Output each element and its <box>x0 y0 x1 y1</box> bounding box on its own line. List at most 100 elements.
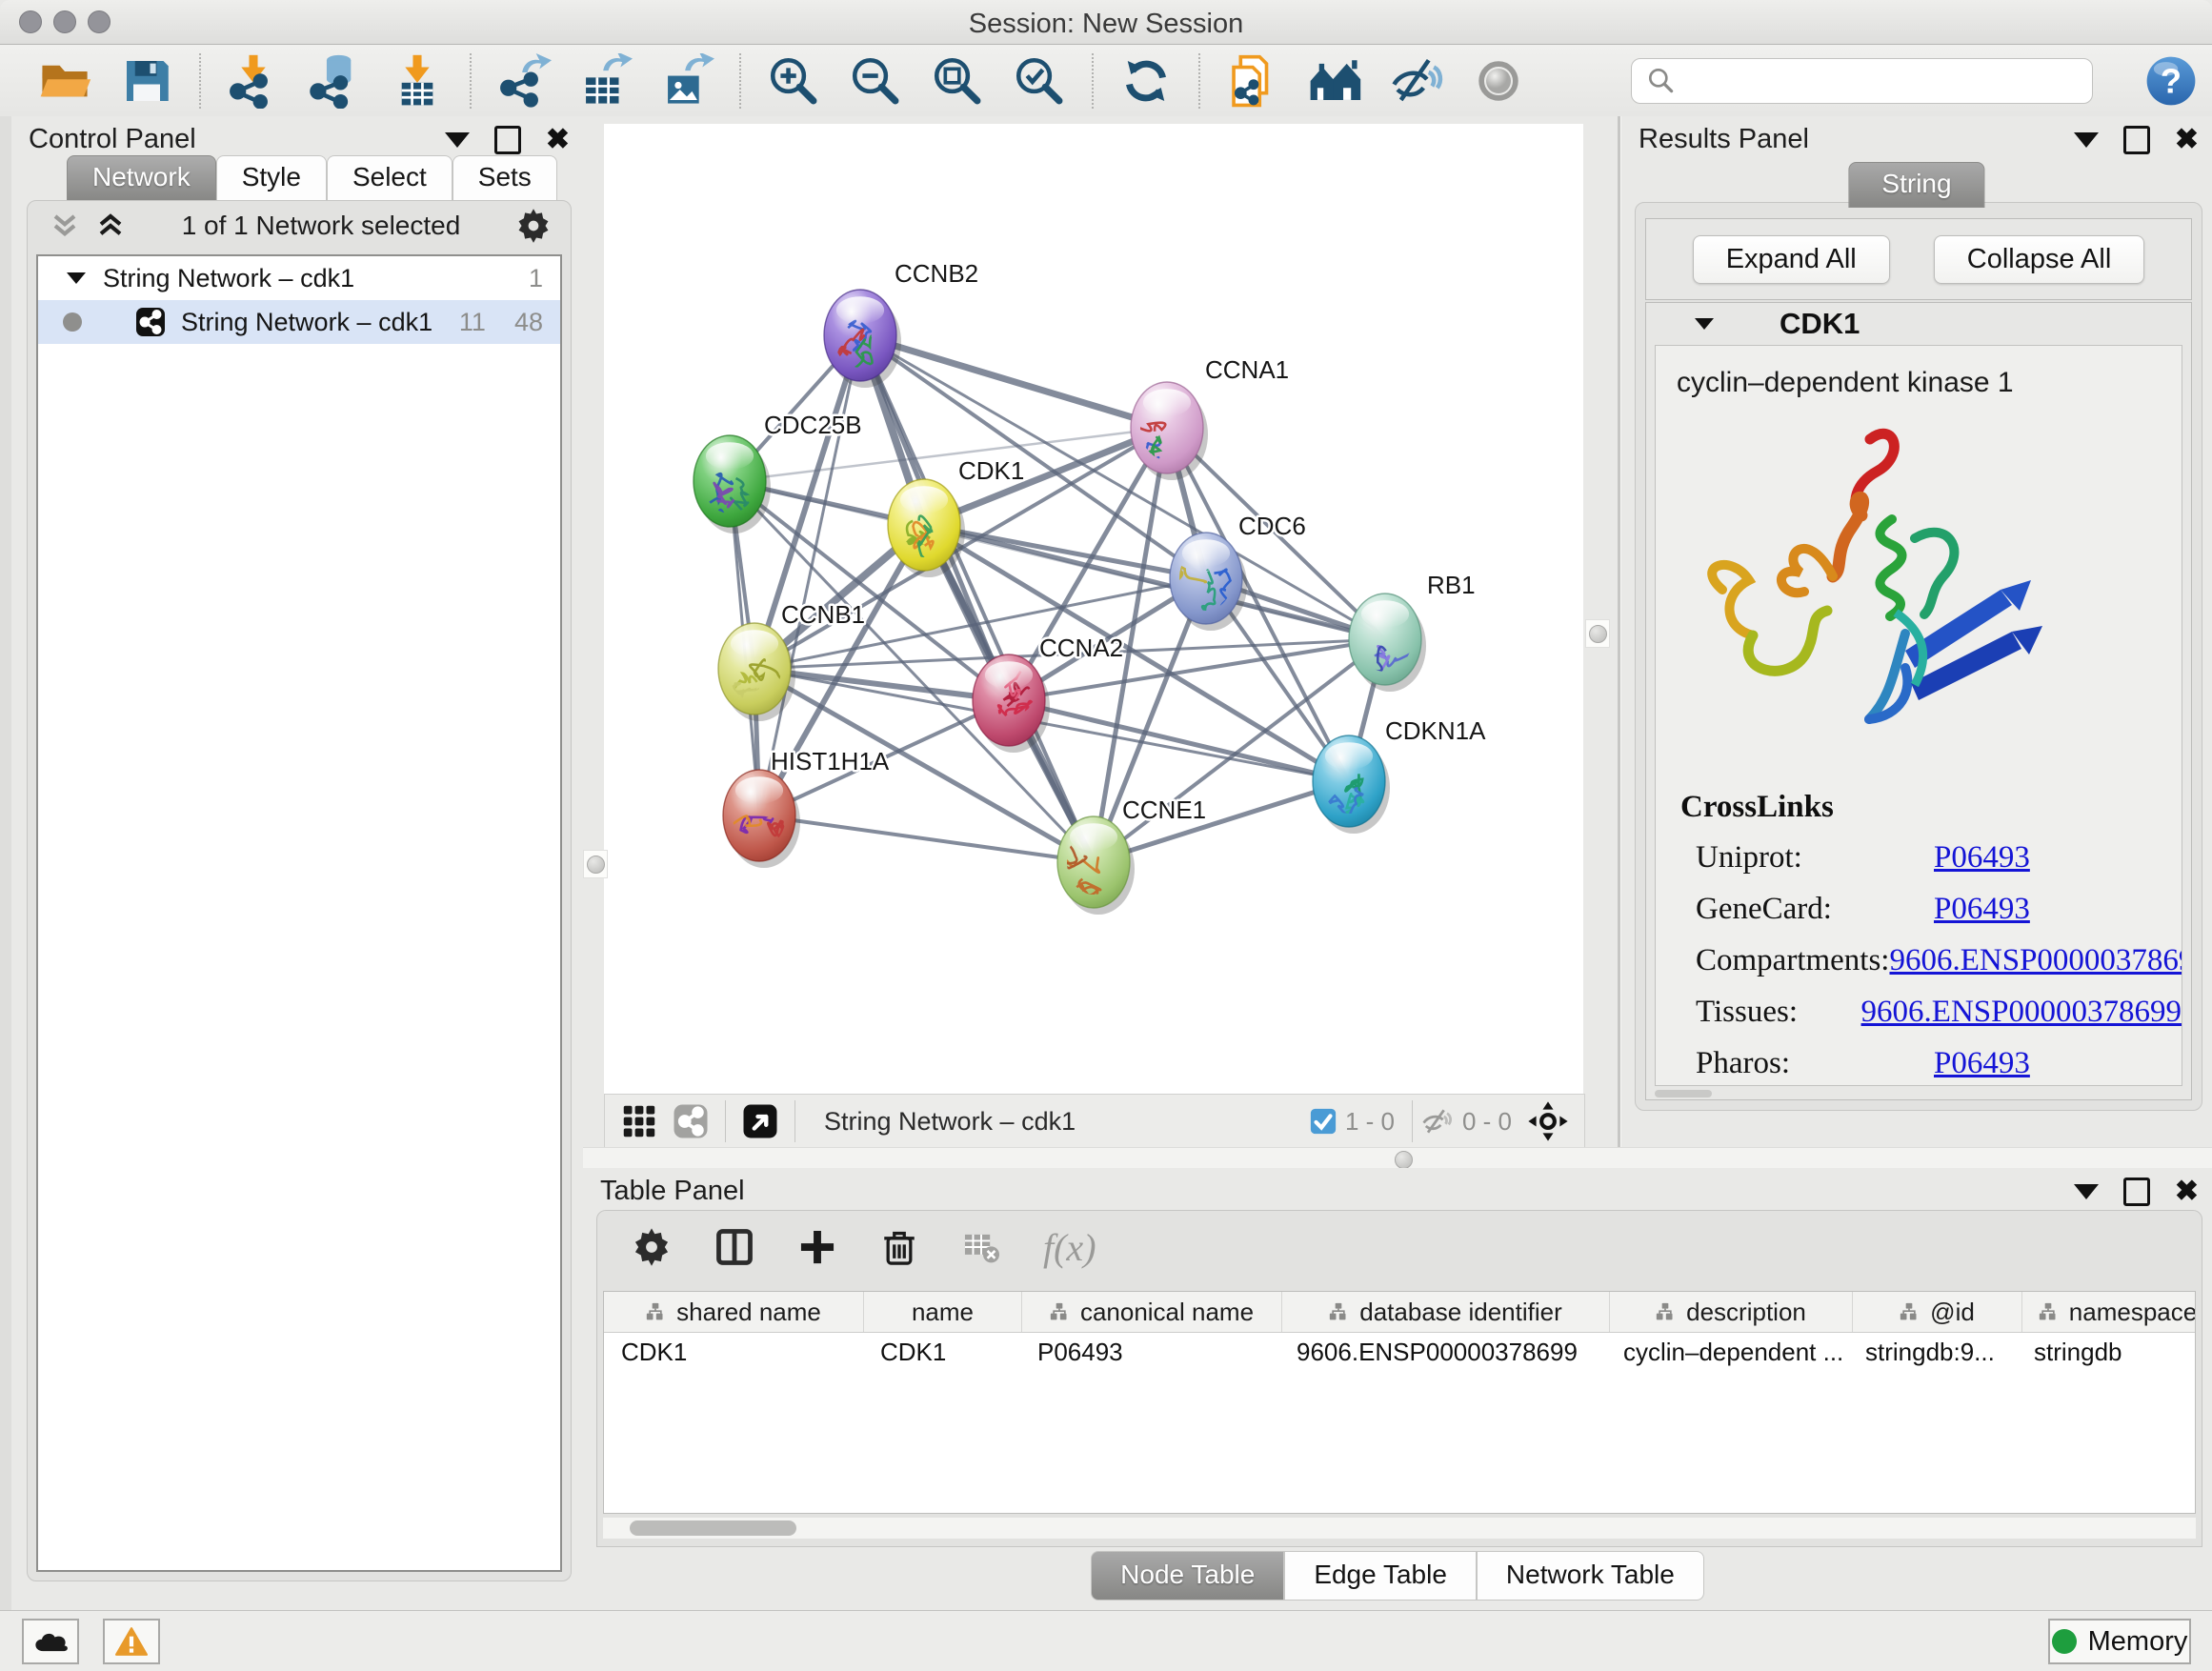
float-panel-icon[interactable] <box>2123 1178 2150 1206</box>
function-builder-icon[interactable]: f(x) <box>1043 1225 1096 1270</box>
node-table[interactable]: shared namenamecanonical namedatabase id… <box>603 1291 2196 1514</box>
network-collection-row[interactable]: String Network – cdk1 1 <box>38 256 560 300</box>
network-row-selected[interactable]: String Network – cdk1 11 48 <box>38 300 560 344</box>
network-edge[interactable] <box>1009 700 1349 781</box>
network-canvas[interactable]: CCNB2CCNA1CDC25BCDK1CDC6RB1CCNB1CCNA2CDK… <box>604 124 1583 1094</box>
tab-string[interactable]: String <box>1848 162 1984 208</box>
network-node-hist1h1a[interactable]: HIST1H1A <box>714 747 890 868</box>
table-hscrollbar[interactable] <box>603 1518 2196 1539</box>
zoom-selected-icon[interactable] <box>1011 51 1068 111</box>
column-header-namespace[interactable]: namespace <box>2022 1292 2196 1332</box>
network-edge[interactable] <box>860 335 1167 428</box>
network-node-ccna1[interactable]: CCNA1 <box>1123 355 1289 491</box>
collection-caret-icon[interactable] <box>65 269 88 288</box>
column-header-canonical-name[interactable]: canonical name <box>1022 1292 1282 1332</box>
panel-divider[interactable] <box>1618 116 1620 1147</box>
network-badge-icon[interactable] <box>672 1102 710 1140</box>
delete-table-icon[interactable] <box>961 1227 1001 1267</box>
show-all-houses-icon[interactable] <box>1306 51 1363 111</box>
network-node-ccnb1[interactable]: CCNB1 <box>717 600 865 721</box>
close-panel-icon[interactable]: ✖ <box>546 129 570 151</box>
birdseye-crosshair-icon[interactable] <box>1527 1100 1569 1142</box>
open-in-window-icon[interactable] <box>741 1102 779 1140</box>
table-row[interactable]: CDK1CDK1P064939606.ENSP00000378699cyclin… <box>604 1333 2195 1371</box>
table-cell[interactable]: CDK1 <box>863 1338 1020 1367</box>
crosslink-link[interactable]: 9606.ENSP00000378699 <box>1861 993 2182 1031</box>
selected-checkbox-icon[interactable] <box>1309 1107 1337 1136</box>
help-button[interactable]: ? <box>2142 51 2200 111</box>
panel-menu-icon[interactable] <box>2074 1184 2099 1199</box>
right-splitter-handle[interactable] <box>1585 619 1610 648</box>
export-table-icon[interactable] <box>577 51 634 111</box>
tab-node-table[interactable]: Node Table <box>1091 1551 1284 1601</box>
float-panel-icon[interactable] <box>2123 126 2150 154</box>
network-options-gear-icon[interactable] <box>515 208 552 244</box>
left-splitter-handle[interactable] <box>583 850 608 878</box>
collapse-all-chevron-icon[interactable] <box>94 211 127 240</box>
column-header-shared-name[interactable]: shared name <box>604 1292 864 1332</box>
network-node-rb1[interactable]: RB1 <box>1349 571 1476 707</box>
float-panel-icon[interactable] <box>494 126 521 154</box>
zoom-fit-icon[interactable] <box>929 51 986 111</box>
scrollbar-thumb[interactable] <box>630 1520 796 1536</box>
show-columns-icon[interactable] <box>714 1226 755 1268</box>
tab-network[interactable]: Network <box>67 155 216 200</box>
zoom-out-icon[interactable] <box>847 51 904 111</box>
horizontal-splitter[interactable] <box>583 1147 2212 1169</box>
network-node-cdc25b[interactable]: CDC25B <box>694 411 862 534</box>
import-table-file-icon[interactable] <box>389 51 446 111</box>
table-cell[interactable]: 9606.ENSP00000378699 <box>1279 1338 1606 1367</box>
network-edge[interactable] <box>759 815 1094 862</box>
search-input[interactable] <box>1683 65 2092 96</box>
string-protein-query-icon[interactable] <box>1224 51 1281 111</box>
table-cell[interactable]: P06493 <box>1020 1338 1279 1367</box>
panel-menu-icon[interactable] <box>445 132 470 148</box>
memory-button[interactable]: Memory <box>2048 1619 2191 1664</box>
results-scrollbar[interactable] <box>1655 1090 1712 1097</box>
search-field[interactable] <box>1631 58 2093 104</box>
tab-style[interactable]: Style <box>216 155 327 200</box>
crosslink-link[interactable]: 9606.ENSP00000378699 <box>1889 941 2182 979</box>
tab-network-table[interactable]: Network Table <box>1477 1551 1704 1601</box>
import-network-database-icon[interactable] <box>307 51 364 111</box>
column-header-description[interactable]: description <box>1610 1292 1853 1332</box>
collapse-all-button[interactable]: Collapse All <box>1934 235 2145 284</box>
import-network-file-icon[interactable] <box>225 51 282 111</box>
save-session-icon[interactable] <box>118 51 175 111</box>
panel-menu-icon[interactable] <box>2074 132 2099 148</box>
create-column-icon[interactable] <box>797 1227 837 1267</box>
network-edge[interactable] <box>860 335 1094 862</box>
table-cell[interactable]: stringdb <box>2017 1338 2196 1367</box>
network-edge[interactable] <box>759 335 860 815</box>
export-image-icon[interactable] <box>658 51 715 111</box>
hide-selected-eye-icon[interactable] <box>1388 51 1445 111</box>
crosslink-link[interactable]: P06493 <box>1934 1044 2030 1082</box>
column-header-database-identifier[interactable]: database identifier <box>1282 1292 1610 1332</box>
expand-all-button[interactable]: Expand All <box>1693 235 1890 284</box>
expand-all-chevron-icon[interactable] <box>49 211 81 240</box>
table-cell[interactable]: stringdb:9... <box>1848 1338 2017 1367</box>
table-settings-gear-icon[interactable] <box>632 1227 672 1267</box>
refresh-icon[interactable] <box>1117 51 1175 111</box>
tab-sets[interactable]: Sets <box>452 155 557 200</box>
open-session-icon[interactable] <box>36 51 93 111</box>
close-panel-icon[interactable]: ✖ <box>2175 1180 2199 1203</box>
export-network-icon[interactable] <box>495 51 553 111</box>
cloud-status-button[interactable] <box>22 1619 79 1664</box>
column-header-@id[interactable]: @id <box>1853 1292 2022 1332</box>
network-node-ccnb2[interactable]: CCNB2 <box>824 259 978 388</box>
table-cell[interactable]: CDK1 <box>604 1338 863 1367</box>
warning-status-button[interactable] <box>103 1619 160 1664</box>
table-cell[interactable]: cyclin–dependent ... <box>1606 1338 1848 1367</box>
crosslink-link[interactable]: P06493 <box>1934 838 2030 876</box>
close-panel-icon[interactable]: ✖ <box>2175 129 2199 151</box>
preview-orb-icon[interactable] <box>1470 51 1527 111</box>
zoom-in-icon[interactable] <box>765 51 822 111</box>
delete-column-trash-icon[interactable] <box>879 1227 919 1267</box>
entry-caret-icon[interactable] <box>1692 314 1717 333</box>
grid-view-icon[interactable] <box>620 1102 658 1140</box>
column-header-name[interactable]: name <box>864 1292 1022 1332</box>
network-node-cdkn1a[interactable]: CDKN1A <box>1313 716 1486 834</box>
crosslink-link[interactable]: P06493 <box>1934 890 2030 928</box>
tab-select[interactable]: Select <box>327 155 452 200</box>
